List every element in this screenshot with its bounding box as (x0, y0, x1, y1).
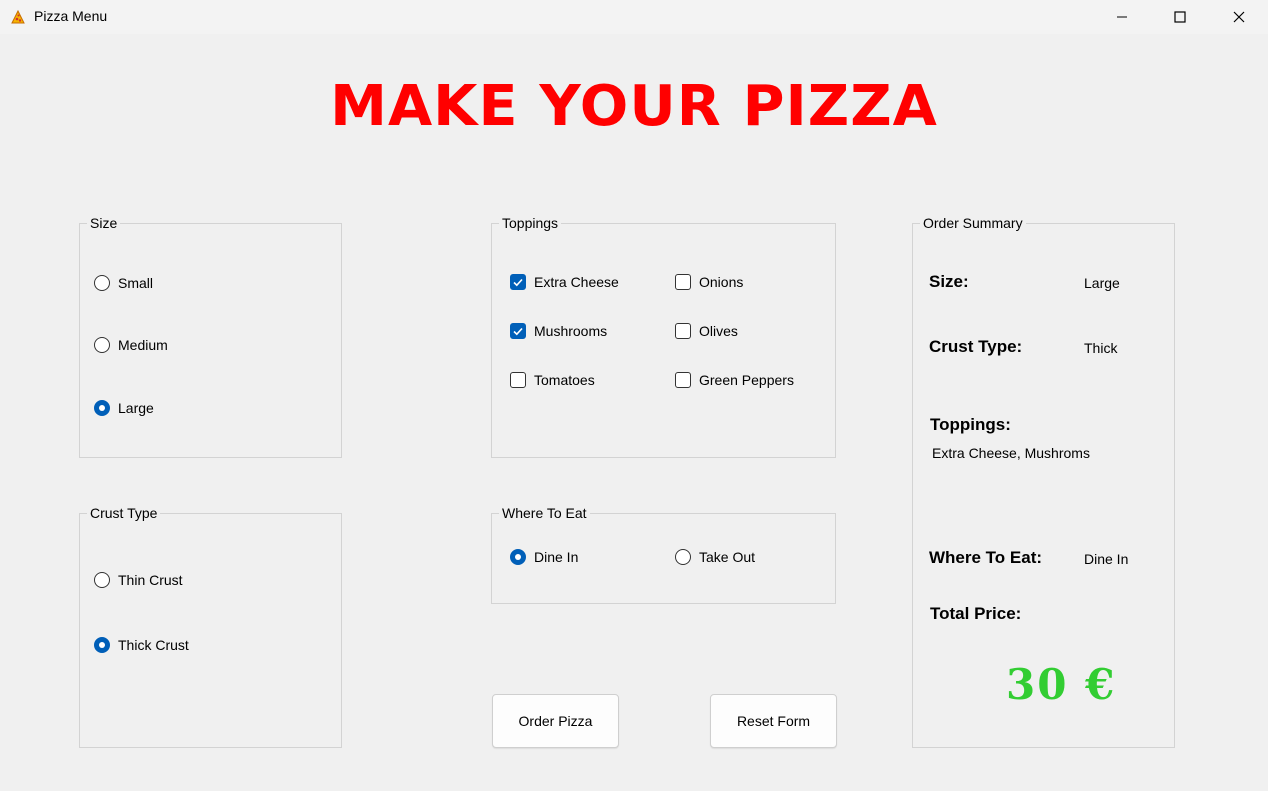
size-legend: Size (87, 215, 121, 231)
order-pizza-button[interactable]: Order Pizza (492, 694, 619, 748)
toppings-group: Toppings (491, 215, 836, 458)
topping-extra-cheese-checkbox[interactable]: Extra Cheese (510, 274, 619, 290)
topping-green-peppers-label: Green Peppers (699, 372, 794, 388)
window-title: Pizza Menu (34, 8, 108, 24)
checkbox-unchecked (675, 372, 691, 388)
dine-in-label: Dine In (534, 549, 579, 565)
topping-mushrooms-checkbox[interactable]: Mushrooms (510, 323, 607, 339)
size-small-radio[interactable]: Small (94, 275, 153, 291)
crust-thin-radio[interactable]: Thin Crust (94, 572, 183, 588)
close-icon (1233, 11, 1245, 23)
checkmark-icon (513, 278, 523, 287)
crust-thick-label: Thick Crust (118, 637, 189, 653)
take-out-label: Take Out (699, 549, 756, 565)
maximize-icon (1174, 11, 1186, 23)
size-large-radio[interactable]: Large (94, 400, 154, 416)
topping-olives-checkbox[interactable]: Olives (675, 323, 738, 339)
topping-onions-label: Onions (699, 274, 744, 290)
radio-indicator (675, 549, 691, 565)
crust-group: Crust Type (79, 505, 342, 748)
summary-where-key: Where To Eat: (929, 548, 1043, 567)
topping-extra-cheese-label: Extra Cheese (534, 274, 619, 290)
radio-indicator (94, 337, 110, 353)
total-price-value: 30 € (1006, 660, 1117, 709)
summary-crust-value: Thick (1084, 340, 1118, 356)
toppings-legend: Toppings (499, 215, 562, 231)
page-title: MAKE YOUR PIZZA (330, 74, 938, 139)
minimize-icon (1117, 16, 1127, 18)
topping-mushrooms-label: Mushrooms (534, 323, 608, 339)
close-button[interactable] (1210, 0, 1268, 34)
size-medium-label: Medium (118, 337, 168, 353)
topping-green-peppers-checkbox[interactable]: Green Peppers (675, 372, 794, 388)
take-out-radio[interactable]: Take Out (675, 549, 755, 565)
checkbox-unchecked (675, 274, 691, 290)
checkbox-unchecked (510, 372, 526, 388)
summary-total-key: Total Price: (930, 604, 1022, 623)
radio-indicator (94, 572, 110, 588)
crust-legend: Crust Type (87, 505, 161, 521)
checkbox-unchecked (675, 323, 691, 339)
crust-thick-radio[interactable]: Thick Crust (94, 637, 189, 653)
topping-olives-label: Olives (699, 323, 738, 339)
maximize-button[interactable] (1151, 0, 1209, 34)
dine-in-radio[interactable]: Dine In (510, 549, 578, 565)
checkbox-checked (510, 274, 526, 290)
topping-onions-checkbox[interactable]: Onions (675, 274, 743, 290)
summary-crust-key: Crust Type: (929, 337, 1023, 356)
topping-tomatoes-label: Tomatoes (534, 372, 595, 388)
summary-toppings-value: Extra Cheese, Mushroms (932, 445, 1090, 461)
crust-thin-label: Thin Crust (118, 572, 183, 588)
summary-size-key: Size: (929, 272, 969, 291)
title-bar: Pizza Menu (0, 0, 1268, 34)
checkbox-checked (510, 323, 526, 339)
order-summary-legend: Order Summary (920, 215, 1026, 231)
checkmark-icon (513, 327, 523, 336)
size-small-label: Small (118, 275, 154, 291)
minimize-button[interactable] (1093, 0, 1151, 34)
summary-where-value: Dine In (1084, 551, 1129, 567)
radio-indicator (94, 275, 110, 291)
radio-indicator-selected (510, 549, 526, 565)
reset-form-button[interactable]: Reset Form (710, 694, 837, 748)
size-large-label: Large (118, 400, 154, 416)
where-to-eat-legend: Where To Eat (499, 505, 590, 521)
pizza-icon (10, 9, 26, 25)
size-medium-radio[interactable]: Medium (94, 337, 168, 353)
topping-tomatoes-checkbox[interactable]: Tomatoes (510, 372, 595, 388)
summary-toppings-key: Toppings: (930, 415, 1011, 434)
radio-indicator-selected (94, 637, 110, 653)
radio-indicator-selected (94, 400, 110, 416)
summary-size-value: Large (1084, 275, 1120, 291)
